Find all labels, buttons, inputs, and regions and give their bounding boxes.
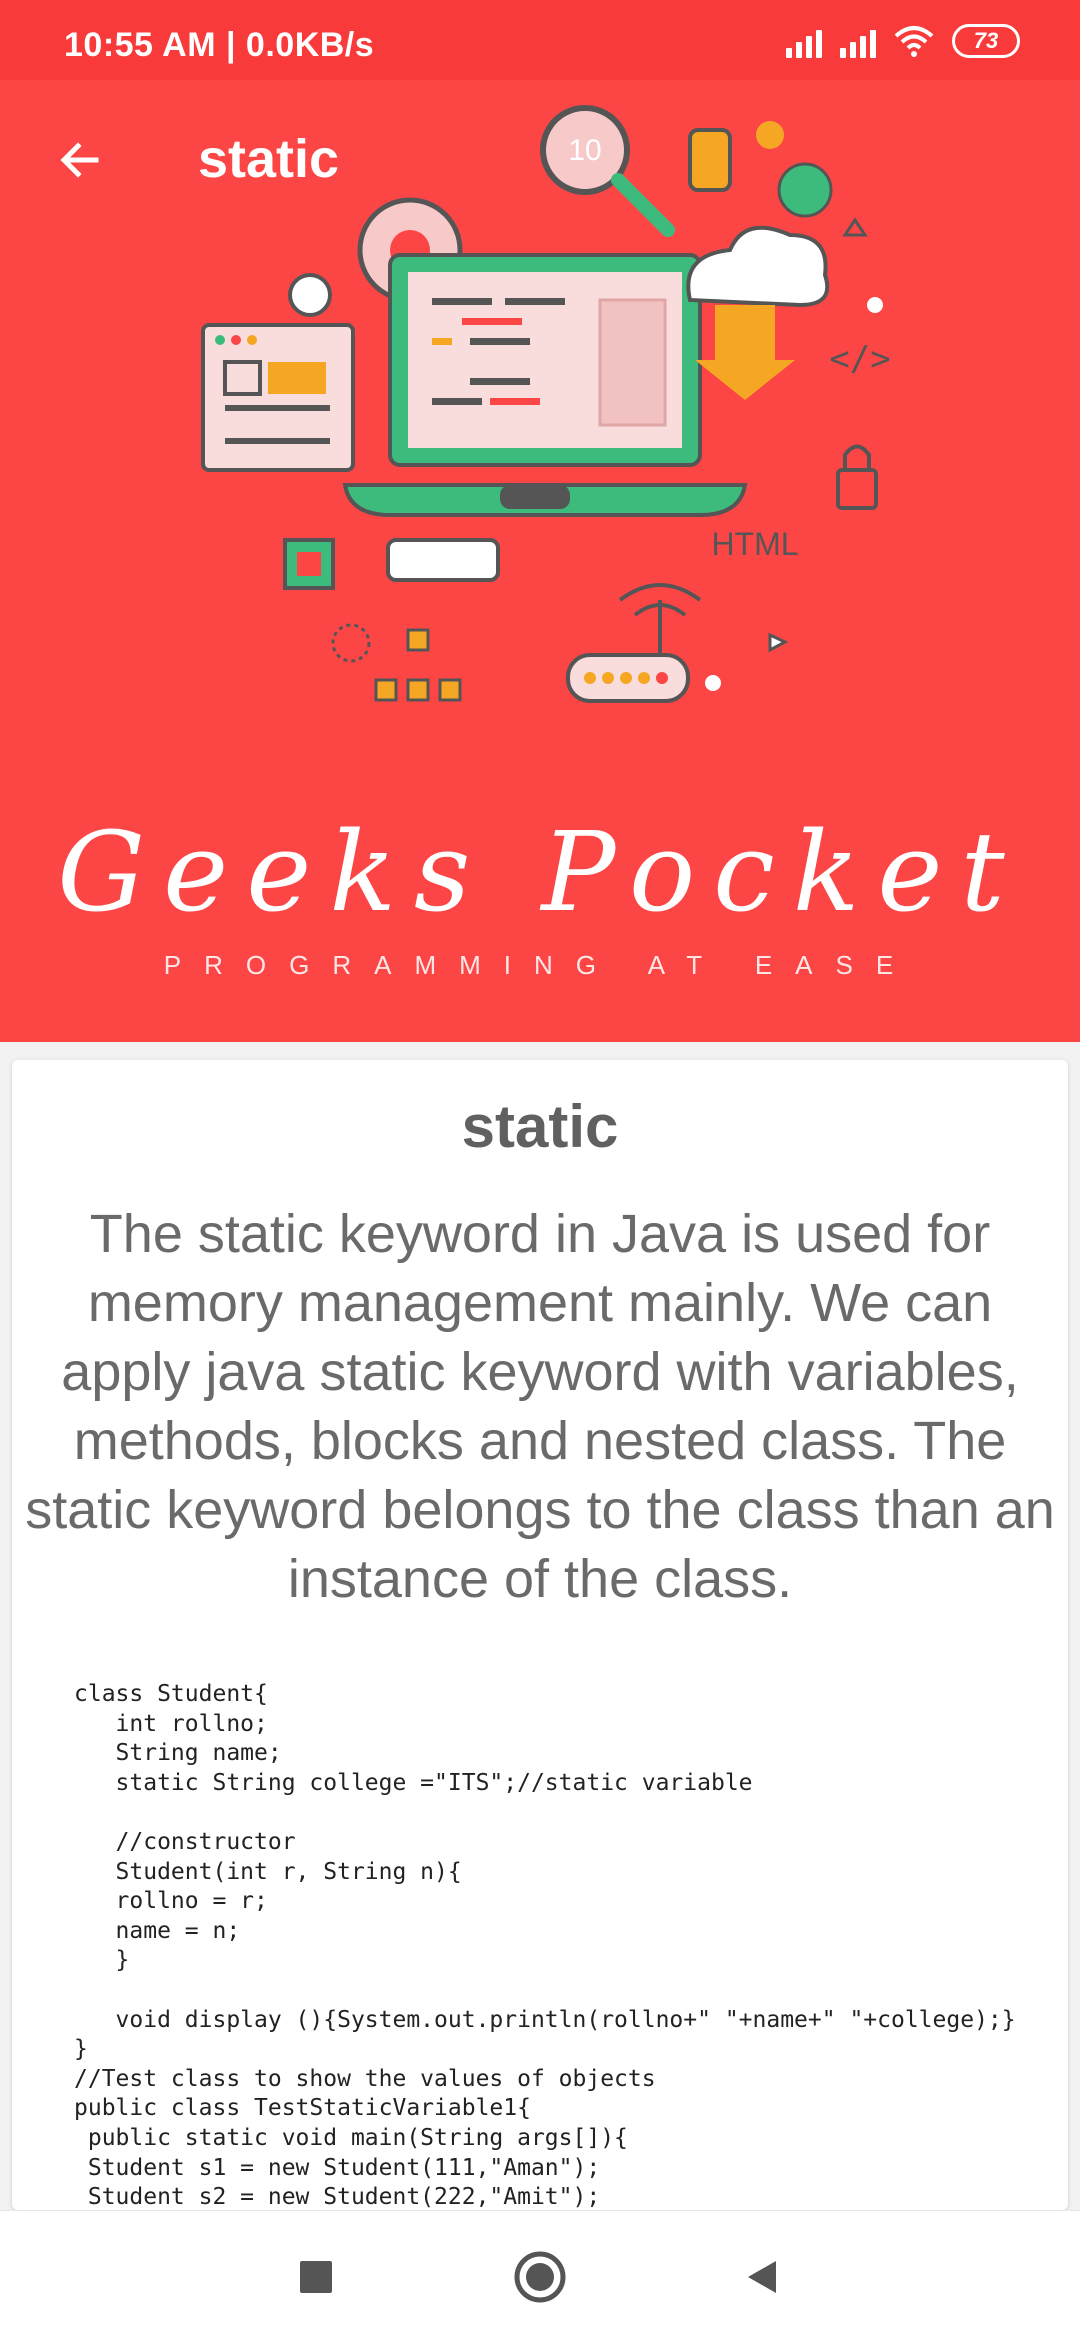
toolbar-title: static — [198, 129, 340, 189]
brand-tagline: PROGRAMMING AT EASE — [163, 950, 917, 980]
triangle-back-icon — [748, 2261, 776, 2293]
battery-icon: 73 — [952, 24, 1020, 58]
content-card: static The static keyword in Java is use… — [12, 1060, 1068, 2210]
topic-title: static — [461, 1093, 619, 1160]
wifi-icon — [894, 26, 934, 57]
html-label: HTML — [711, 526, 798, 562]
code-tag-text: </> — [829, 339, 890, 379]
home-circle-icon — [514, 2251, 566, 2303]
signal-icon — [786, 24, 822, 58]
navigation-bar — [0, 2210, 1080, 2340]
signal-icon-2 — [840, 24, 876, 58]
status-icons: 73 — [786, 24, 1020, 58]
code-example: class Student{ int rollno; String name; … — [74, 1681, 1016, 2210]
magnifier-counter: 10 — [568, 134, 601, 167]
back-nav-button[interactable] — [726, 2241, 798, 2313]
coding-illustration: 10 </> HTML — [201, 105, 891, 703]
home-button[interactable] — [504, 2241, 576, 2313]
header-banner: 10:55 AM | 0.0KB/s 73 10 </> HTML static… — [0, 0, 1080, 1042]
square-icon — [300, 2261, 332, 2293]
arrow-left-icon — [60, 142, 99, 178]
back-button[interactable] — [44, 124, 116, 196]
recents-button[interactable] — [280, 2241, 352, 2313]
topic-description: The static keyword in Java is used for m… — [25, 1204, 1055, 1609]
brand-name: Geeks Pocket — [57, 808, 1023, 936]
